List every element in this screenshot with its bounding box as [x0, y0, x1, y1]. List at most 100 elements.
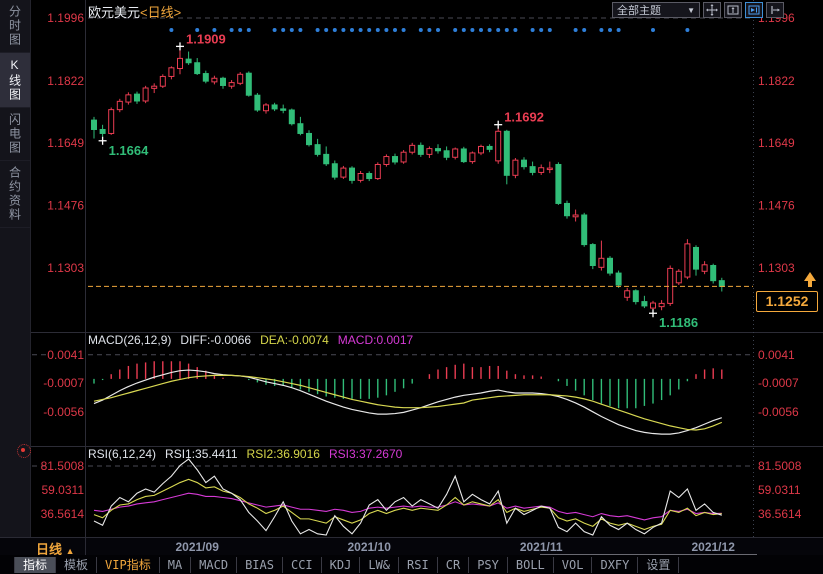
signal-dot — [651, 28, 655, 32]
toolbar-item-BOLL[interactable]: BOLL — [508, 557, 554, 573]
chevron-down-icon: ▼ — [687, 6, 695, 15]
shift-right-icon — [769, 4, 781, 16]
candle-body — [642, 302, 647, 306]
axis-tick-label: 81.5008 — [758, 459, 802, 473]
toolbar-item-BIAS[interactable]: BIAS — [237, 557, 283, 573]
candle-body — [135, 94, 140, 101]
sidebar-tab-1[interactable]: 分时图 — [0, 0, 30, 53]
indicator-toolbar: 指标模板VIP指标MAMACDBIASCCIKDJLW&RSICRPSYBOLL… — [0, 555, 823, 574]
candle-body — [264, 105, 269, 111]
toolbar-item-CCI[interactable]: CCI — [283, 557, 322, 573]
signal-dot — [281, 28, 285, 32]
signal-dot — [333, 28, 337, 32]
signal-dot — [599, 28, 603, 32]
axis-tick-label: 36.5614 — [41, 507, 85, 521]
toolbar-item-DXFY[interactable]: DXFY — [592, 557, 638, 573]
axis-tick-label: 1.1476 — [758, 199, 795, 213]
candle-body — [427, 149, 432, 155]
candle-body — [461, 149, 466, 162]
candle-body — [92, 120, 97, 129]
symbol-name: 欧元美元 — [88, 5, 140, 20]
candle-body — [160, 76, 165, 86]
toolbar-item-VOL[interactable]: VOL — [554, 557, 593, 573]
pan-mode-icon — [748, 4, 760, 16]
annotation-label: 1.1664 — [109, 143, 150, 158]
hot-indicator-icon — [17, 444, 31, 458]
candle-body — [479, 146, 484, 152]
scale-axis-button[interactable] — [724, 2, 742, 18]
toolbar-item-VIP指标[interactable]: VIP指标 — [97, 557, 160, 573]
rsi1-value: RSI1:35.4411 — [165, 447, 238, 461]
candle-body — [504, 131, 509, 175]
annotation-label: 1.1186 — [659, 315, 698, 330]
candle-body — [418, 145, 423, 154]
candle-body — [169, 68, 174, 77]
candle-body — [659, 303, 664, 306]
theme-dropdown[interactable]: 全部主题 ▼ — [612, 2, 700, 18]
candle-body — [608, 258, 613, 273]
axis-tick-label: 1.1649 — [758, 136, 795, 150]
axis-tick-label: -0.0056 — [758, 405, 799, 419]
shift-right-button[interactable] — [766, 2, 784, 18]
crosshair-move-icon — [706, 4, 718, 16]
candle-body — [367, 174, 372, 179]
axis-tick-label: 36.5614 — [758, 507, 802, 521]
toolbar-item-PSY[interactable]: PSY — [469, 557, 508, 573]
signal-dot — [359, 28, 363, 32]
candle-body — [143, 88, 148, 101]
toolbar-item-MACD[interactable]: MACD — [191, 557, 237, 573]
horizontal-scrollbar[interactable] — [540, 554, 757, 555]
toolbar-item-LW&[interactable]: LW& — [360, 557, 399, 573]
signal-dot — [539, 28, 543, 32]
candle-body — [246, 73, 251, 95]
candle-body — [453, 149, 458, 157]
signal-dot — [384, 28, 388, 32]
candle-body — [410, 145, 415, 152]
candle-body — [694, 247, 699, 269]
toolbar-item-MA[interactable]: MA — [160, 557, 191, 573]
toolbar-item-CR[interactable]: CR — [438, 557, 469, 573]
macd-macd-value: MACD:0.0017 — [338, 333, 413, 347]
axis-tick-label: -0.0056 — [43, 405, 84, 419]
signal-dot — [496, 28, 500, 32]
candle-body — [229, 83, 234, 87]
candle-body — [651, 303, 656, 308]
axis-tick-label: -0.0007 — [758, 376, 799, 390]
candle-body — [401, 152, 406, 162]
sidebar-tab-3[interactable]: 闪电图 — [0, 108, 30, 161]
signal-dot — [324, 28, 328, 32]
toolbar-item-设置[interactable]: 设置 — [638, 557, 679, 573]
axis-tick-label: 0.0041 — [758, 348, 795, 362]
signal-dot — [230, 28, 234, 32]
toolbar-item-RSI[interactable]: RSI — [399, 557, 438, 573]
signal-dot — [453, 28, 457, 32]
date-label-2021/11: 2021/11 — [511, 540, 571, 554]
axis-tick-label: 1.1303 — [758, 261, 795, 275]
sidebar-tab-2[interactable]: K线图 — [0, 53, 30, 108]
signal-dot — [513, 28, 517, 32]
signal-dot — [574, 28, 578, 32]
axis-tick-label: 1.1303 — [47, 261, 84, 275]
signal-dot — [436, 28, 440, 32]
pan-mode-button[interactable] — [745, 2, 763, 18]
toolbar-item-指标[interactable]: 指标 — [14, 557, 56, 573]
candle-body — [358, 174, 363, 181]
sidebar-tab-4[interactable]: 合约资料 — [0, 161, 30, 228]
candle-body — [307, 133, 312, 144]
signal-dot — [427, 28, 431, 32]
candle-body — [633, 291, 638, 302]
candle-body — [100, 129, 105, 133]
toolbar-item-KDJ[interactable]: KDJ — [322, 557, 361, 573]
candle-body — [676, 271, 681, 283]
signal-dot — [505, 28, 509, 32]
candle-body — [444, 151, 449, 157]
rsi1-line — [94, 459, 722, 535]
candle-body — [393, 157, 398, 162]
signal-dot — [470, 28, 474, 32]
signal-dot — [462, 28, 466, 32]
macd-params: MACD(26,12,9) — [88, 333, 171, 347]
crosshair-move-button[interactable] — [703, 2, 721, 18]
signal-dot — [169, 28, 173, 32]
toolbar-item-模板[interactable]: 模板 — [56, 557, 97, 573]
date-label-2021/12: 2021/12 — [683, 540, 743, 554]
